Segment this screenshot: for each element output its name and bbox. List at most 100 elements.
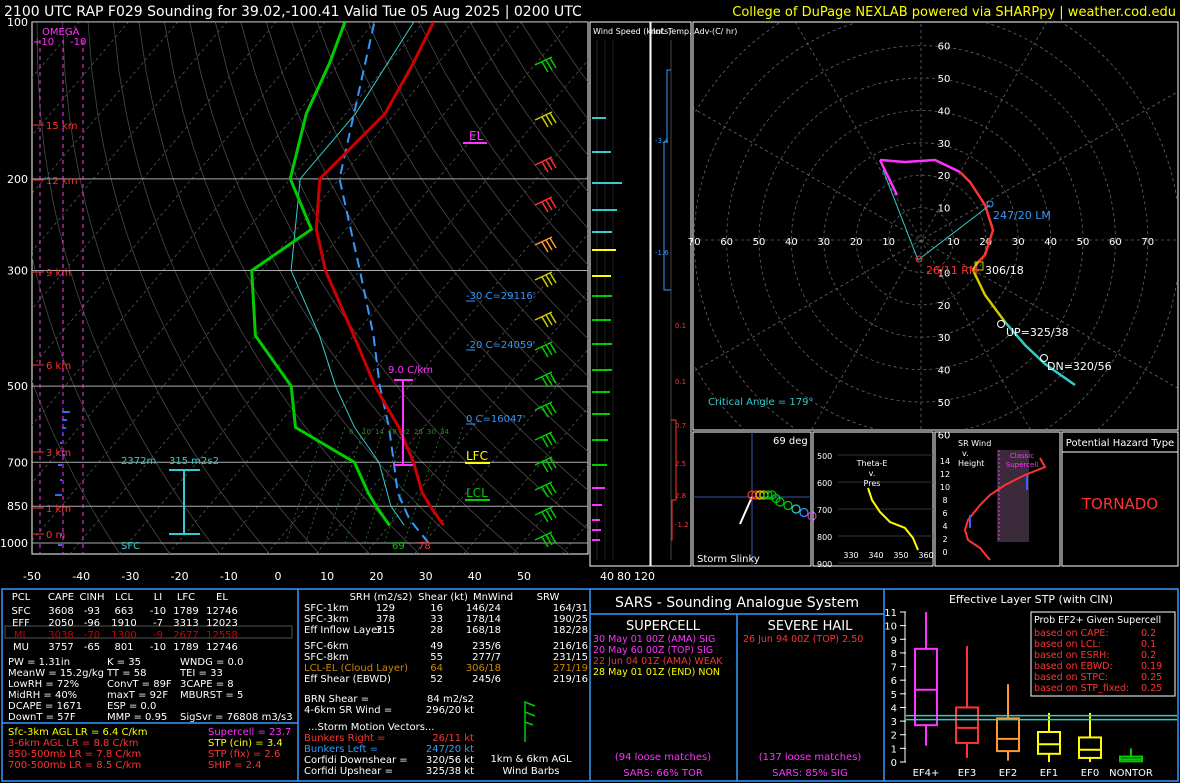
wind-barb bbox=[534, 401, 557, 418]
isotherm bbox=[315, 233, 588, 554]
prob-value: 0.2 bbox=[1141, 650, 1156, 661]
adv-value: 0.1 bbox=[675, 378, 686, 386]
dry-adiabat bbox=[316, 22, 588, 415]
kinematic-header: SRW bbox=[537, 592, 560, 603]
index-value: ESP = 0.0 bbox=[107, 701, 156, 712]
theta-e-x-tick: 340 bbox=[868, 551, 883, 560]
sr-note: Classic bbox=[1010, 452, 1034, 460]
mixing-ratio-tick: 6 bbox=[349, 428, 354, 436]
mixing-ratio-tick: 26 bbox=[414, 428, 423, 436]
wind-barb bbox=[534, 341, 557, 358]
temp-tick: -30 bbox=[121, 570, 139, 583]
wind-speed-panel: Wind Speed (knots) 40 80 120 bbox=[589, 21, 671, 583]
kinematic-cell: 245/6 bbox=[472, 674, 501, 685]
theta-e-x-tick: 360 bbox=[918, 551, 933, 560]
prob-label: based on ESRH: bbox=[1034, 650, 1110, 661]
stp-y-tick: 3 bbox=[891, 717, 897, 728]
parcel-cell: -96 bbox=[84, 618, 100, 629]
index-value: WNDG = 0.0 bbox=[180, 657, 243, 668]
slinky-ring bbox=[807, 511, 817, 521]
lapse-rate: 850-500mb LR = 7.8 C/km bbox=[8, 749, 141, 760]
isotherm bbox=[0, 22, 30, 554]
stp-y-tick: 8 bbox=[891, 649, 897, 660]
stp-y-tick: 10 bbox=[884, 622, 897, 633]
theta-e-y-tick: 600 bbox=[817, 479, 832, 488]
kinematic-cell: 235/6 bbox=[472, 641, 501, 652]
mixing-ratio-tick: 34 bbox=[440, 428, 449, 436]
parcel-cell: 1910 bbox=[111, 618, 136, 629]
prob-value: 0.19 bbox=[1141, 661, 1162, 672]
adv-value: 2.8 bbox=[675, 492, 686, 500]
adv-value: -3.4 bbox=[655, 137, 669, 145]
sfc-label: SFC bbox=[121, 541, 140, 552]
temp-tick: -20 bbox=[171, 570, 189, 583]
c0-label: 0 C=16047' bbox=[466, 414, 525, 425]
prob-value: 0.2 bbox=[1141, 628, 1156, 639]
stp-category: EF2 bbox=[999, 768, 1017, 779]
temp-tick: 30 bbox=[419, 570, 433, 583]
sounding-title: 2100 UTC RAP F029 Sounding for 39.02,-10… bbox=[4, 4, 582, 20]
isotherm bbox=[32, 22, 228, 252]
temp-advection-panel: Inf. Temp. Adv-(C/ hr) -3.4 -1.6 0.1 0.1 0.7… bbox=[650, 21, 737, 567]
mixing-ratio-tick: 22 bbox=[401, 428, 410, 436]
adv-value: -1.2 bbox=[675, 521, 689, 529]
height-label: 1 km bbox=[46, 504, 71, 515]
parcel-cell: -70 bbox=[84, 630, 100, 641]
temp-tick: 20 bbox=[369, 570, 383, 583]
sfc-temp-label: 78 bbox=[418, 541, 431, 552]
height-label: 0 m bbox=[46, 530, 65, 541]
hodo-trace bbox=[959, 171, 995, 263]
parcel-cell: -65 bbox=[84, 642, 100, 653]
parcel-cell: 2677 bbox=[173, 630, 198, 641]
parcel-cell: 12746 bbox=[206, 606, 238, 617]
adv-cold-trace bbox=[663, 69, 671, 291]
composite-index: STP (cin) = 3.4 bbox=[208, 738, 283, 749]
theta-e-y-tick: 900 bbox=[817, 560, 832, 569]
sars-hail-prob: SARS: 85% SIG bbox=[772, 768, 848, 779]
temp-tick: 50 bbox=[517, 570, 531, 583]
lapse-label: 9.0 C/km bbox=[388, 365, 433, 376]
dry-adiabat bbox=[32, 379, 121, 554]
index-value: LowRH = 72% bbox=[8, 679, 79, 690]
kinematic-cell: 182/28 bbox=[553, 625, 588, 636]
stp-box bbox=[996, 684, 1020, 761]
wind-barb bbox=[534, 311, 557, 328]
el-label: EL bbox=[469, 129, 484, 143]
kinematic-cell: 178/14 bbox=[466, 614, 501, 625]
storm-motion-label: Bunkers Left = bbox=[304, 744, 378, 755]
hodo-ring-label: 30 bbox=[938, 333, 951, 344]
parcel-cell: 1300 bbox=[111, 630, 136, 641]
slinky-angle: 69 deg bbox=[773, 436, 808, 447]
hodo-axis-label: 50 bbox=[1077, 237, 1090, 248]
stp-category: EF4+ bbox=[913, 768, 940, 779]
kinematic-cell: 168/18 bbox=[466, 625, 501, 636]
dry-adiabat bbox=[546, 22, 588, 83]
hodograph: 10102020303040405050606070 60 50 40 30 20 10 10… bbox=[688, 21, 1179, 441]
height-label: 15 km bbox=[46, 121, 77, 132]
index-value: TT = 58 bbox=[106, 668, 147, 679]
hodo-rm-label: 26/11 RM bbox=[926, 264, 978, 277]
parcel-cell: 3757 bbox=[48, 642, 73, 653]
stp-category: EF1 bbox=[1040, 768, 1058, 779]
isotherm bbox=[217, 117, 588, 554]
pressure-label: 100 bbox=[7, 16, 28, 29]
kinematic-cell: 49 bbox=[430, 641, 443, 652]
index-value: SigSvr = 76808 m3/s3 bbox=[180, 712, 293, 723]
mixing-ratio-tick: 18 bbox=[388, 428, 397, 436]
hodo-axis-label: 30 bbox=[817, 237, 830, 248]
parcel-cell: 1789 bbox=[173, 642, 198, 653]
temp-tick: 10 bbox=[320, 570, 334, 583]
mixing-ratio-line bbox=[364, 427, 405, 544]
stp-y-tick: 11 bbox=[884, 608, 897, 619]
parcel-cell: 12023 bbox=[206, 618, 238, 629]
kinematic-cell: 231/15 bbox=[553, 652, 588, 663]
isotherm bbox=[512, 464, 588, 554]
eff-inflow-bracket bbox=[169, 469, 200, 535]
kinematic-cell: 52 bbox=[430, 674, 443, 685]
sr-y-tick: 14 bbox=[940, 457, 950, 466]
pressure-label: 850 bbox=[7, 500, 28, 513]
kinematic-cell: 16 bbox=[430, 603, 443, 614]
sars-supercell-match: 30 May 01 00Z (AMA) SIG bbox=[593, 634, 715, 645]
storm-motion-label: Corfidi Upshear = bbox=[304, 766, 393, 777]
parcel-cell: -7 bbox=[153, 618, 163, 629]
